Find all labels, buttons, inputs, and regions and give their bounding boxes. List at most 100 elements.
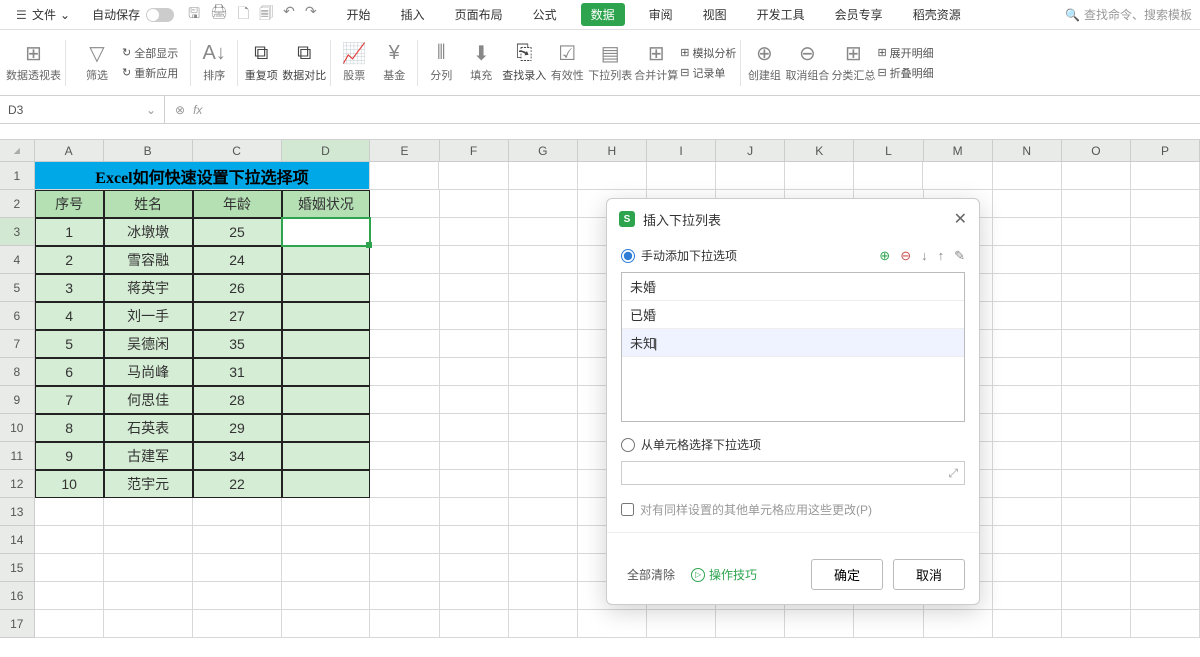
- cell[interactable]: 25: [193, 218, 282, 246]
- cell[interactable]: 26: [193, 274, 282, 302]
- tab-layout[interactable]: 页面布局: [449, 2, 509, 27]
- cell[interactable]: [923, 162, 992, 190]
- cell[interactable]: [509, 386, 578, 414]
- tab-start[interactable]: 开始: [341, 2, 377, 27]
- col-E[interactable]: E: [370, 140, 439, 162]
- cell[interactable]: [104, 582, 193, 610]
- cell[interactable]: [282, 554, 371, 582]
- cell[interactable]: [282, 246, 371, 274]
- cell[interactable]: [370, 302, 439, 330]
- cell[interactable]: [282, 302, 371, 330]
- dropdown-items-list[interactable]: 未婚 已婚 未知: [621, 272, 965, 422]
- pivot-button[interactable]: ⊞数据透视表: [6, 42, 61, 83]
- cell[interactable]: [370, 218, 439, 246]
- list-item[interactable]: 已婚: [622, 301, 964, 329]
- cell[interactable]: [440, 526, 509, 554]
- cell[interactable]: [282, 442, 371, 470]
- autosave-toggle[interactable]: 自动保存: [92, 6, 174, 23]
- col-B[interactable]: B: [104, 140, 193, 162]
- cell[interactable]: [509, 498, 578, 526]
- cell[interactable]: [993, 330, 1062, 358]
- cell[interactable]: [104, 610, 193, 638]
- radio-manual[interactable]: [621, 249, 635, 263]
- simulate[interactable]: ⊞ 模拟分析: [680, 45, 736, 61]
- cell[interactable]: [1062, 330, 1131, 358]
- tab-formula[interactable]: 公式: [527, 2, 563, 27]
- cell[interactable]: [370, 190, 439, 218]
- cell[interactable]: [509, 330, 578, 358]
- tab-view[interactable]: 视图: [697, 2, 733, 27]
- compare-button[interactable]: ⧉数据对比: [282, 42, 326, 83]
- col-K[interactable]: K: [785, 140, 854, 162]
- col-L[interactable]: L: [854, 140, 923, 162]
- cell[interactable]: 9: [35, 442, 104, 470]
- fill-button[interactable]: ⬇填充: [462, 42, 500, 83]
- cell[interactable]: 7: [35, 386, 104, 414]
- col-M[interactable]: M: [924, 140, 993, 162]
- record[interactable]: ⊟ 记录单: [680, 65, 736, 81]
- tab-dev[interactable]: 开发工具: [751, 2, 811, 27]
- save-icon[interactable]: 🖫: [188, 3, 200, 27]
- apply-same-checkbox[interactable]: [621, 503, 634, 516]
- cell[interactable]: [509, 246, 578, 274]
- option-manual[interactable]: 手动添加下拉选项 ⊕ ⊖ ↓ ↑ ✎: [621, 243, 965, 268]
- cell[interactable]: [370, 330, 439, 358]
- cancel-button[interactable]: 取消: [893, 559, 965, 590]
- cell[interactable]: [1131, 582, 1200, 610]
- cell[interactable]: [370, 162, 439, 190]
- cell[interactable]: 28: [193, 386, 282, 414]
- cell[interactable]: [440, 246, 509, 274]
- cell[interactable]: [509, 526, 578, 554]
- cell[interactable]: [854, 610, 923, 638]
- cell[interactable]: [1131, 218, 1200, 246]
- name-box[interactable]: D3 ⌄: [0, 96, 165, 123]
- cell[interactable]: [1131, 442, 1200, 470]
- row-header[interactable]: 7: [0, 330, 35, 358]
- cell[interactable]: [370, 470, 439, 498]
- cell[interactable]: [509, 190, 578, 218]
- cell[interactable]: [282, 414, 371, 442]
- cell[interactable]: [440, 582, 509, 610]
- cell[interactable]: 婚姻状况: [282, 190, 371, 218]
- cell[interactable]: [1131, 554, 1200, 582]
- cell[interactable]: [993, 246, 1062, 274]
- expand[interactable]: ⊞ 展开明细: [877, 45, 933, 61]
- command-search[interactable]: 🔍 查找命令、搜索模板: [1065, 6, 1192, 23]
- list-item[interactable]: 未婚: [622, 273, 964, 301]
- cell[interactable]: [716, 610, 785, 638]
- filter-button[interactable]: ▽筛选: [78, 42, 116, 83]
- cell[interactable]: [370, 386, 439, 414]
- cell[interactable]: [282, 582, 371, 610]
- cell[interactable]: [716, 162, 785, 190]
- cell[interactable]: [282, 498, 371, 526]
- cell[interactable]: [509, 470, 578, 498]
- cell[interactable]: 吴德闲: [104, 330, 193, 358]
- cell[interactable]: 29: [193, 414, 282, 442]
- consolidate-button[interactable]: ⊞合并计算: [634, 42, 678, 83]
- cell[interactable]: [509, 218, 578, 246]
- col-P[interactable]: P: [1131, 140, 1200, 162]
- cell[interactable]: 2: [35, 246, 104, 274]
- cell[interactable]: 石英表: [104, 414, 193, 442]
- cell[interactable]: [370, 498, 439, 526]
- row-header[interactable]: 10: [0, 414, 35, 442]
- tab-resource[interactable]: 稻壳资源: [907, 2, 967, 27]
- tips-link[interactable]: 操作技巧: [691, 566, 757, 583]
- cell[interactable]: [35, 610, 104, 638]
- cell[interactable]: [35, 498, 104, 526]
- row-header[interactable]: 17: [0, 610, 35, 638]
- cell[interactable]: [1062, 554, 1131, 582]
- title-cell[interactable]: Excel如何快速设置下拉选择项: [35, 162, 371, 190]
- cell[interactable]: [1062, 386, 1131, 414]
- cell[interactable]: [1062, 526, 1131, 554]
- cell[interactable]: [1131, 162, 1200, 190]
- cell[interactable]: [104, 526, 193, 554]
- row-header[interactable]: 1: [0, 162, 35, 190]
- row-header[interactable]: 3: [0, 218, 35, 246]
- print-icon[interactable]: 🖨: [210, 3, 228, 27]
- col-D[interactable]: D: [282, 140, 371, 162]
- cell[interactable]: 22: [193, 470, 282, 498]
- cell[interactable]: [282, 218, 371, 246]
- group-button[interactable]: ⊕创建组: [745, 42, 783, 83]
- cell[interactable]: [1131, 414, 1200, 442]
